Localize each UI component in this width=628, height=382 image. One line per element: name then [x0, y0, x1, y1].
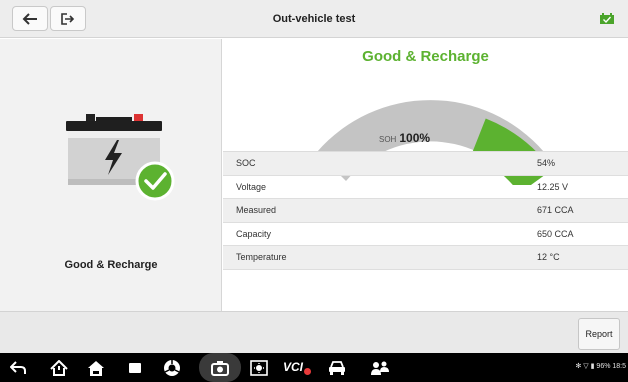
battery-summary-panel: Good & Recharge — [0, 39, 222, 311]
row-value: 54% — [537, 158, 556, 168]
result-table: SOC 54% Voltage 12.25 V Measured 671 CCA… — [223, 151, 628, 270]
soh-label: SOH — [379, 135, 397, 144]
recent-apps-icon[interactable] — [125, 358, 145, 378]
row-value: 12.25 V — [537, 181, 569, 192]
table-row-voltage: Voltage 12.25 V — [223, 176, 628, 199]
report-button[interactable]: Report — [578, 318, 620, 350]
action-bar: Report — [0, 311, 628, 353]
result-status-heading: Good & Recharge — [362, 48, 489, 65]
page-title: Out-vehicle test — [272, 13, 356, 25]
table-row-temperature: Temperature 12 °C — [223, 246, 628, 270]
battery-ok-icon — [600, 13, 614, 24]
table-row-measured: Measured 671 CCA — [223, 199, 628, 223]
battery-status-label: Good & Recharge — [64, 259, 158, 271]
browser-icon[interactable] — [162, 358, 182, 378]
home-icon[interactable] — [49, 358, 69, 378]
vci-icon[interactable]: VCI — [283, 360, 303, 374]
soh-readout: SOH 100% — [379, 131, 430, 145]
row-value: 671 CCA — [537, 205, 574, 215]
soh-value: 100% — [399, 131, 431, 145]
system-status-area: ✻ ▽ ▮ 96% 18:5 — [575, 363, 626, 370]
test-result-panel: Good & Recharge SOH 100% SOC 54% Voltage … — [223, 39, 628, 311]
battery-good-icon — [66, 114, 175, 201]
row-label: Temperature — [236, 252, 287, 262]
system-navigation-bar: VCI ✻ ▽ ▮ 96% 18:5 — [0, 353, 628, 382]
remote-support-icon[interactable] — [370, 358, 390, 378]
display-icon[interactable] — [249, 358, 269, 378]
row-label: Capacity — [236, 228, 272, 239]
vci-error-badge — [304, 368, 311, 375]
screenshot-icon[interactable] — [210, 358, 230, 378]
row-label: Voltage — [236, 181, 267, 192]
row-value: 12 °C — [537, 252, 560, 262]
car-icon[interactable] — [327, 358, 347, 378]
row-value: 650 CCA — [537, 228, 574, 239]
table-row-capacity: Capacity 650 CCA — [223, 223, 628, 246]
back-icon[interactable] — [8, 358, 28, 378]
row-label: SOC — [236, 158, 256, 168]
row-label: Measured — [236, 205, 277, 215]
table-row-soc: SOC 54% — [223, 152, 628, 176]
top-bar: Out-vehicle test — [0, 0, 628, 38]
vehicle-home-icon[interactable] — [86, 358, 106, 378]
